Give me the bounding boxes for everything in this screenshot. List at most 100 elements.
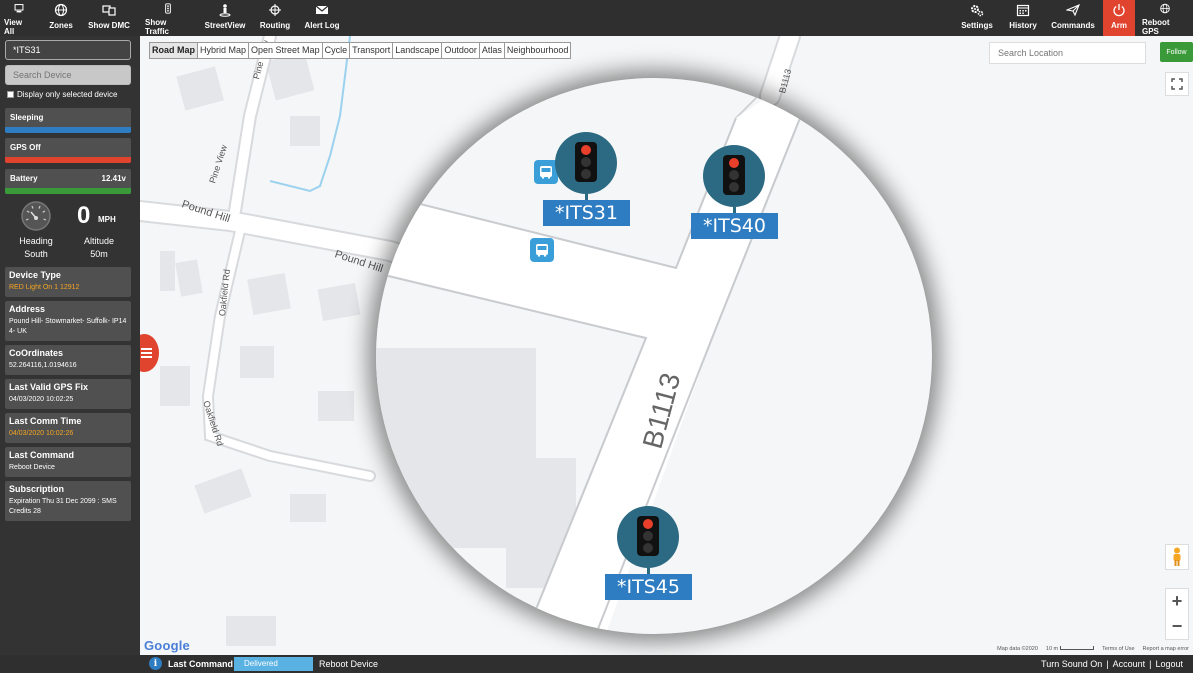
arm-button[interactable]: Arm [1103, 0, 1135, 36]
last-gps-fix-title: Last Valid GPS Fix [9, 382, 89, 392]
history-label: History [1009, 21, 1037, 30]
last-gps-fix-value: 04/03/2020 10:02:25 [9, 396, 74, 403]
sleeping-status: Sleeping [5, 108, 131, 133]
heading-value: South [24, 249, 48, 259]
device-marker-its45[interactable]: *ITS45 [605, 506, 692, 600]
checkbox-box[interactable] [7, 91, 14, 98]
zones-button[interactable]: Zones [46, 0, 76, 36]
command-status-badge: Delivered [234, 657, 313, 671]
device-label: *ITS45 [605, 574, 692, 600]
view-all-icon [14, 4, 24, 13]
gps-label: GPS Off [10, 143, 41, 152]
commands-button[interactable]: Commands [1051, 0, 1095, 36]
scale-label: 10 m [1045, 646, 1059, 652]
bottom-status-bar: i Last Command Delivered Reboot Device T… [0, 655, 1193, 673]
last-command-title: Last Command [9, 450, 75, 460]
zoom-controls: + − [1165, 588, 1189, 640]
map-type-neighbourhood[interactable]: Neighbourhood [505, 43, 571, 58]
map-canvas[interactable]: Pine View Pine View Pound Hill Pound Hil… [140, 36, 1193, 655]
map-type-landscape[interactable]: Landscape [393, 43, 443, 58]
info-icon[interactable]: i [149, 657, 162, 670]
show-dmc-button[interactable]: Show DMC [88, 0, 130, 36]
map-attribution: Map data ©2020 10 m Terms of Use Report … [997, 646, 1189, 652]
traffic-light-icon [165, 3, 171, 14]
globe-icon [1160, 3, 1170, 14]
zoom-in-button[interactable]: + [1166, 589, 1188, 614]
map-type-outdoor[interactable]: Outdoor [442, 43, 480, 58]
fullscreen-button[interactable] [1165, 72, 1189, 96]
routing-label: Routing [259, 21, 291, 30]
terms-link[interactable]: Terms of Use [1102, 646, 1134, 652]
fullscreen-icon [1171, 78, 1183, 90]
traffic-light-icon [617, 506, 680, 568]
device-marker-its31[interactable]: *ITS31 [543, 132, 630, 226]
view-all-label: View All [4, 18, 23, 36]
map-type-open-street-map[interactable]: Open Street Map [249, 43, 323, 58]
subscription-value: Expiration Thu 31 Dec 2099 : SMS Credits… [9, 498, 117, 515]
last-command-text: Reboot Device [319, 659, 379, 669]
settings-button[interactable]: Settings [960, 0, 994, 36]
scale-indicator[interactable]: 10 m [1045, 646, 1095, 652]
subscription-title: Subscription [9, 484, 65, 494]
account-link[interactable]: Account [1113, 659, 1146, 669]
last-comm-title: Last Comm Time [9, 416, 82, 426]
map-type-road-map[interactable]: Road Map [150, 43, 199, 58]
battery-label: Battery [10, 174, 38, 183]
device-label: *ITS31 [543, 200, 630, 226]
pegman-icon [1173, 547, 1181, 566]
alert-log-button[interactable]: Alert Log [304, 0, 340, 36]
street-view-pegman[interactable] [1165, 544, 1189, 570]
device-search-input[interactable] [5, 65, 131, 85]
logout-link[interactable]: Logout [1155, 659, 1183, 669]
zoom-out-button[interactable]: − [1166, 614, 1188, 639]
search-location-input[interactable] [989, 42, 1146, 64]
reboot-gps-label: Reboot GPS [1142, 18, 1170, 36]
gps-status: GPS Off [5, 138, 131, 163]
show-dmc-label: Show DMC [88, 21, 130, 30]
street-view-icon [219, 4, 231, 17]
speedometer-icon [21, 201, 51, 231]
device-type-card: Device Type RED Light On 1 12912 [5, 267, 131, 297]
coordinates-value: 52.264116,1.0194616 [9, 362, 77, 369]
scale-bar [1060, 646, 1095, 650]
history-button[interactable]: History [1008, 0, 1038, 36]
street-view-button[interactable]: StreetView [204, 0, 246, 36]
address-title: Address [9, 304, 46, 314]
calendar-icon [1016, 4, 1030, 17]
map-type-transport[interactable]: Transport [350, 43, 394, 58]
magnifier-lens: B1113 *ITS31 *ITS40 *ITS45 [376, 78, 932, 634]
gears-icon [971, 5, 984, 17]
routing-button[interactable]: Routing [258, 0, 292, 36]
hamburger-icon [141, 348, 152, 358]
report-error-link[interactable]: Report a map error [1143, 646, 1189, 652]
map-type-cycle[interactable]: Cycle [323, 43, 351, 58]
map-type-selector: Road Map Hybrid Map Open Street Map Cycl… [149, 42, 572, 59]
speed-value: 0 [77, 202, 91, 229]
show-traffic-button[interactable]: Show Traffic [145, 0, 191, 36]
link-separator: | [1106, 659, 1109, 669]
address-value: Pound Hill- Stowmarket- Suffolk- IP14 4-… [9, 318, 127, 335]
device-marker-its40[interactable]: *ITS40 [691, 145, 778, 239]
commands-label: Commands [1051, 21, 1095, 30]
top-toolbar: View All Zones Show DMC Show Traffic Str… [0, 0, 1193, 36]
view-all-button[interactable]: View All [4, 0, 34, 36]
device-label: *ITS40 [691, 213, 778, 239]
device-select-field[interactable] [5, 40, 131, 60]
sidebar: Display only selected device Sleeping GP… [0, 36, 140, 655]
settings-label: Settings [961, 21, 993, 30]
alert-log-label: Alert Log [304, 21, 340, 30]
gps-bar [5, 157, 131, 163]
map-buildings [160, 51, 361, 646]
address-card: Address Pound Hill- Stowmarket- Suffolk-… [5, 301, 131, 341]
follow-button[interactable]: Follow [1160, 42, 1193, 62]
only-selected-checkbox[interactable]: Display only selected device [7, 90, 118, 99]
last-comm-value: 04/03/2020 10:02:26 [9, 430, 74, 437]
last-command-label: Last Command [168, 659, 234, 669]
turn-sound-on-link[interactable]: Turn Sound On [1041, 659, 1102, 669]
map-type-hybrid-map[interactable]: Hybrid Map [198, 43, 250, 58]
link-separator: | [1149, 659, 1152, 669]
last-comm-card: Last Comm Time 04/03/2020 10:02:26 [5, 413, 131, 443]
reboot-gps-button[interactable]: Reboot GPS [1142, 0, 1188, 36]
map-type-atlas[interactable]: Atlas [480, 43, 505, 58]
app-window: View All Zones Show DMC Show Traffic Str… [0, 0, 1193, 673]
